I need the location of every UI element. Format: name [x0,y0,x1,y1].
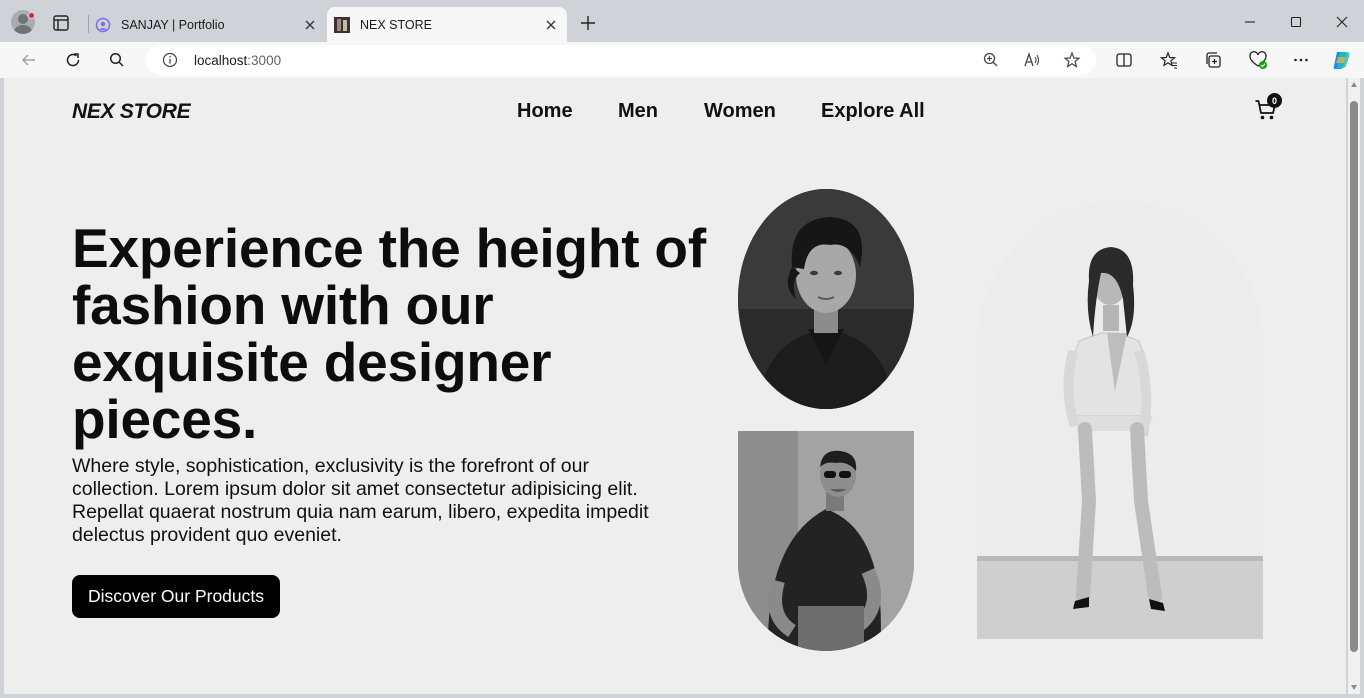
hero-description: Where style, sophistication, exclusivity… [72,455,649,546]
window-bottom-border [0,694,1364,698]
url-text: localhost:3000 [194,53,281,68]
copilot-icon[interactable] [1330,48,1354,72]
tab-title: NEX STORE [360,17,433,32]
nav-home[interactable]: Home [517,100,573,123]
tab-title: SANJAY | Portfolio [121,17,225,32]
nav-men[interactable]: Men [618,100,658,123]
info-icon[interactable] [162,52,178,73]
read-aloud-icon[interactable] [1023,51,1041,74]
discover-products-button[interactable]: Discover Our Products [72,575,280,618]
scrollbar-thumb[interactable] [1350,101,1358,652]
brand-logo[interactable]: NEX STORE [72,100,191,124]
close-icon[interactable] [302,17,318,33]
new-tab-icon[interactable] [577,12,599,34]
hero-title: Experience the height of fashion with ou… [72,217,706,450]
profile-notification-dot [28,12,35,19]
refresh-icon[interactable] [61,48,85,72]
cart-count-badge: 0 [1267,93,1282,108]
zoom-icon[interactable] [982,51,1000,74]
scroll-up-arrow-icon[interactable] [1351,82,1357,87]
favorite-star-icon[interactable] [1063,51,1081,74]
hero-image-woman [977,201,1263,639]
collections-icon[interactable] [1201,48,1225,72]
tab-nex-store[interactable]: NEX STORE [327,7,567,42]
nav-explore-all[interactable]: Explore All [821,100,925,123]
back-icon[interactable] [17,48,41,72]
scroll-down-arrow-icon[interactable] [1351,685,1357,690]
nav-women[interactable]: Women [704,100,776,123]
hero-image-man-portrait [738,189,914,409]
close-window-icon[interactable] [1330,10,1354,34]
tab-actions-icon[interactable] [50,12,72,34]
minimize-icon[interactable] [1238,10,1262,34]
browser-tab-bar: SANJAY | Portfolio NEX STORE [0,0,1364,42]
url-port: :3000 [247,53,282,68]
portfolio-favicon-icon [95,17,111,33]
search-icon[interactable] [105,48,129,72]
hero-image-man-casual [738,431,914,651]
browser-essentials-icon[interactable] [1246,48,1270,72]
page-scrollbar[interactable] [1348,78,1360,694]
page-viewport: NEX STORE Home Men Women Explore All 0 E… [4,78,1346,694]
tab-portfolio[interactable]: SANJAY | Portfolio [88,7,326,42]
maximize-icon[interactable] [1284,10,1308,34]
nex-store-favicon-icon [334,16,350,33]
close-icon[interactable] [543,17,559,33]
url-host: localhost [194,53,248,68]
favorites-icon[interactable] [1157,48,1181,72]
address-bar[interactable]: localhost:3000 [146,45,1096,75]
browser-toolbar: localhost:3000 [0,42,1364,78]
more-icon[interactable] [1289,48,1313,72]
split-screen-icon[interactable] [1112,48,1136,72]
